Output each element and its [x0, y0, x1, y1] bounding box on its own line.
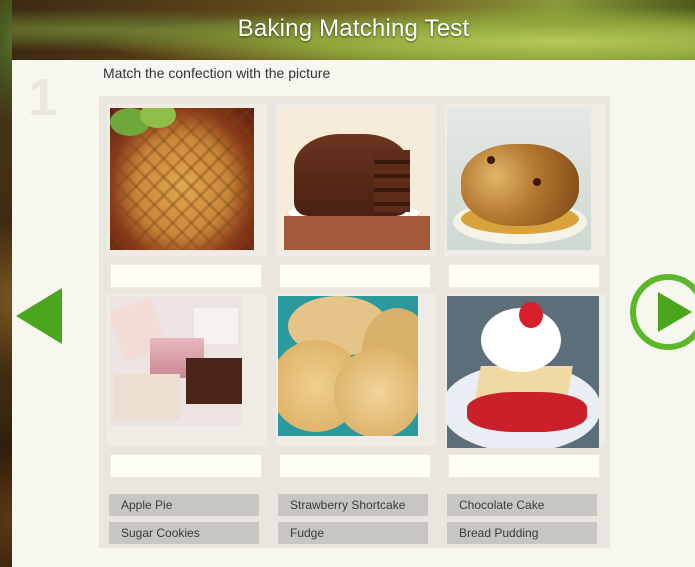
picture-tile-4	[107, 294, 267, 446]
picture-tile-6	[445, 294, 605, 448]
fudge-photo	[110, 296, 242, 426]
bread-pudding-photo	[447, 108, 591, 250]
play-triangle-icon	[658, 292, 692, 332]
answer-slot-2[interactable]	[279, 264, 431, 288]
answer-chip-bread-pudding[interactable]: Bread Pudding	[447, 522, 597, 544]
answer-slot-5[interactable]	[279, 454, 431, 478]
answer-slot-1[interactable]	[110, 264, 262, 288]
header-banner: Baking Matching Test	[12, 0, 695, 60]
sugar-cookies-photo	[278, 296, 418, 436]
apple-pie-photo	[110, 108, 254, 250]
strawberry-shortcake-photo	[447, 296, 599, 448]
answer-chip-apple-pie[interactable]: Apple Pie	[109, 494, 259, 516]
picture-tile-5	[276, 294, 436, 446]
answer-slot-6[interactable]	[448, 454, 600, 478]
picture-tile-1	[107, 104, 267, 256]
matching-board: Apple Pie Strawberry Shortcake Chocolate…	[99, 96, 610, 548]
page-title: Baking Matching Test	[237, 15, 470, 42]
answer-chip-fudge[interactable]: Fudge	[278, 522, 428, 544]
picture-tile-3	[445, 104, 605, 256]
answer-chip-strawberry-shortcake[interactable]: Strawberry Shortcake	[278, 494, 428, 516]
answer-chip-chocolate-cake[interactable]: Chocolate Cake	[447, 494, 597, 516]
picture-tile-2	[276, 104, 436, 256]
question-number: 1	[28, 69, 57, 127]
answer-slot-4[interactable]	[110, 454, 262, 478]
answer-slot-3[interactable]	[448, 264, 600, 288]
instruction-text: Match the confection with the picture	[103, 65, 331, 81]
chocolate-cake-photo	[278, 108, 430, 250]
answer-chip-sugar-cookies[interactable]: Sugar Cookies	[109, 522, 259, 544]
arrow-left-icon[interactable]	[16, 288, 62, 344]
